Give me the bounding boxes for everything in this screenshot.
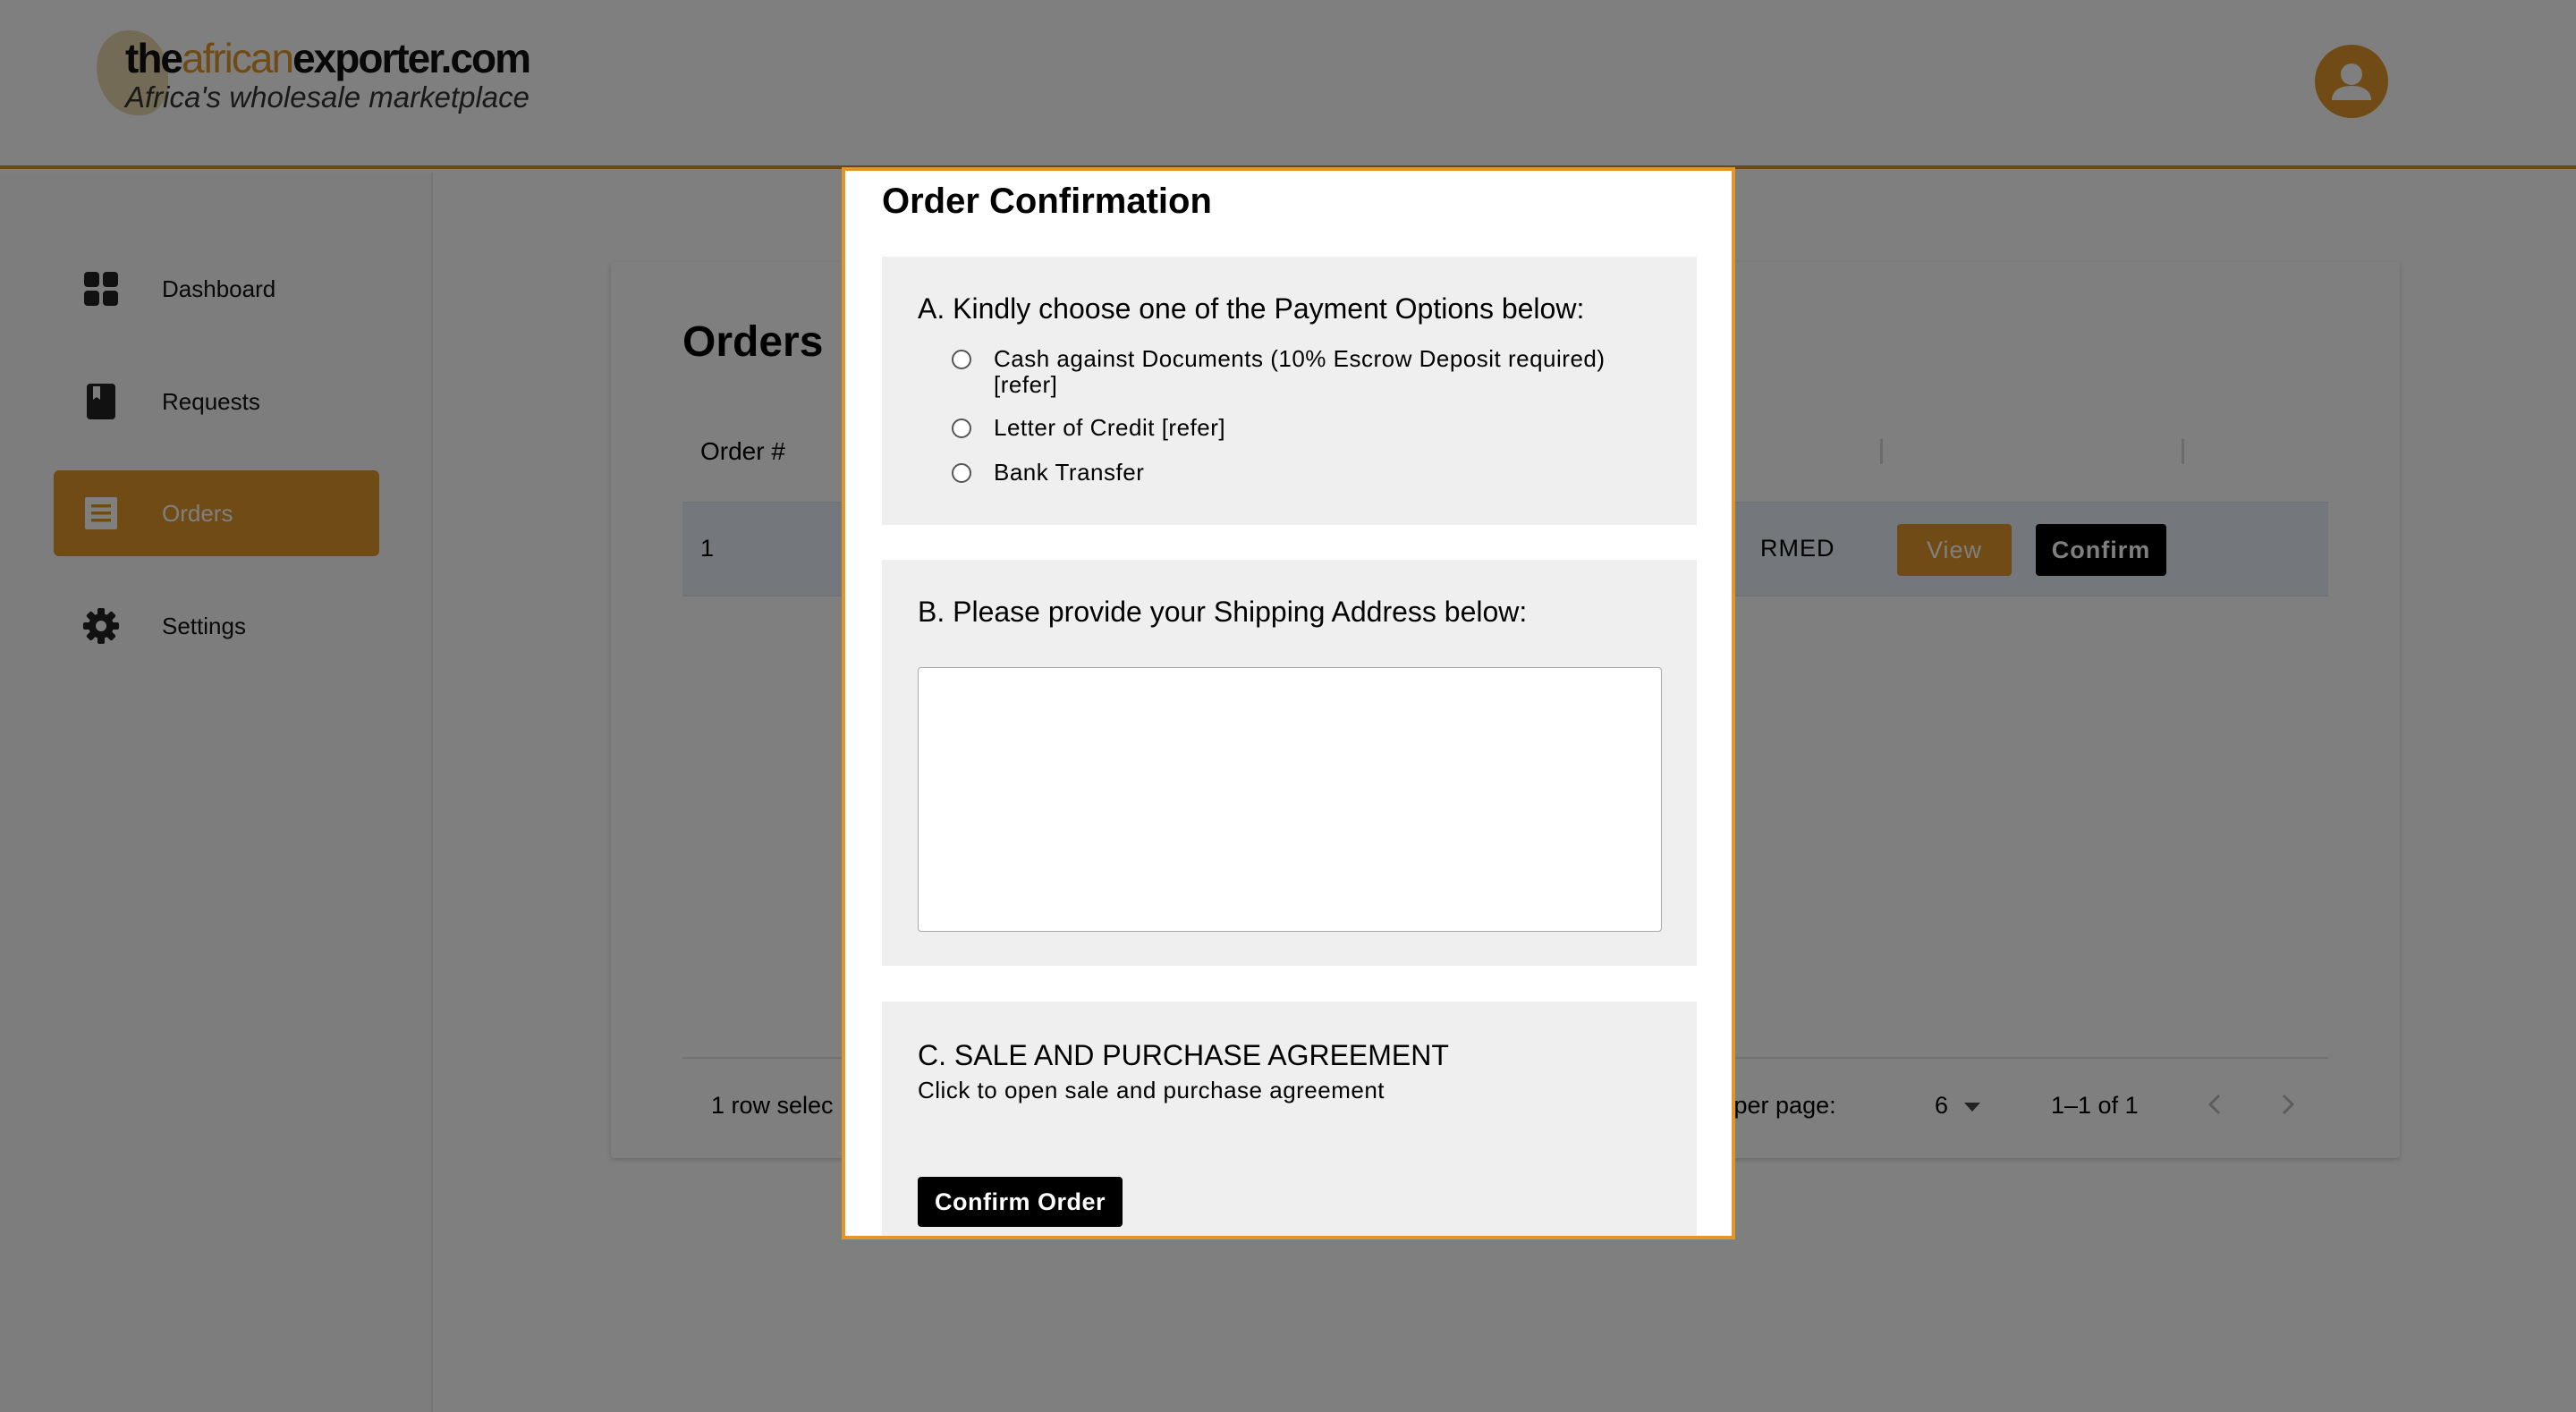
payment-option-label: Cash against Documents (10% Escrow Depos… bbox=[994, 345, 1606, 398]
payment-option-bank-transfer[interactable]: Bank Transfer bbox=[952, 460, 1144, 486]
payment-options-section: A. Kindly choose one of the Payment Opti… bbox=[882, 257, 1697, 525]
shipping-address-section: B. Please provide your Shipping Address … bbox=[882, 560, 1697, 966]
shipping-address-heading: B. Please provide your Shipping Address … bbox=[918, 596, 1528, 628]
agreement-section: C. SALE AND PURCHASE AGREEMENT Click to … bbox=[882, 1002, 1697, 1236]
shipping-address-input[interactable] bbox=[918, 667, 1662, 932]
payment-option-label: Letter of Credit [refer] bbox=[994, 414, 1226, 441]
order-confirmation-modal: Order Confirmation A. Kindly choose one … bbox=[842, 167, 1735, 1239]
payment-options-heading: A. Kindly choose one of the Payment Opti… bbox=[918, 292, 1585, 325]
radio-button[interactable] bbox=[952, 463, 971, 483]
confirm-order-button[interactable]: Confirm Order bbox=[918, 1177, 1123, 1227]
radio-button[interactable] bbox=[952, 419, 971, 438]
agreement-heading: C. SALE AND PURCHASE AGREEMENT bbox=[918, 1039, 1449, 1071]
radio-button[interactable] bbox=[952, 350, 971, 369]
open-agreement-link[interactable]: Click to open sale and purchase agreemen… bbox=[918, 1077, 1385, 1104]
payment-option-cad[interactable]: Cash against Documents (10% Escrow Depos… bbox=[952, 346, 1606, 398]
payment-option-label: Bank Transfer bbox=[994, 459, 1145, 486]
modal-title: Order Confirmation bbox=[882, 182, 1212, 221]
payment-option-letter-of-credit[interactable]: Letter of Credit [refer] bbox=[952, 415, 1225, 441]
